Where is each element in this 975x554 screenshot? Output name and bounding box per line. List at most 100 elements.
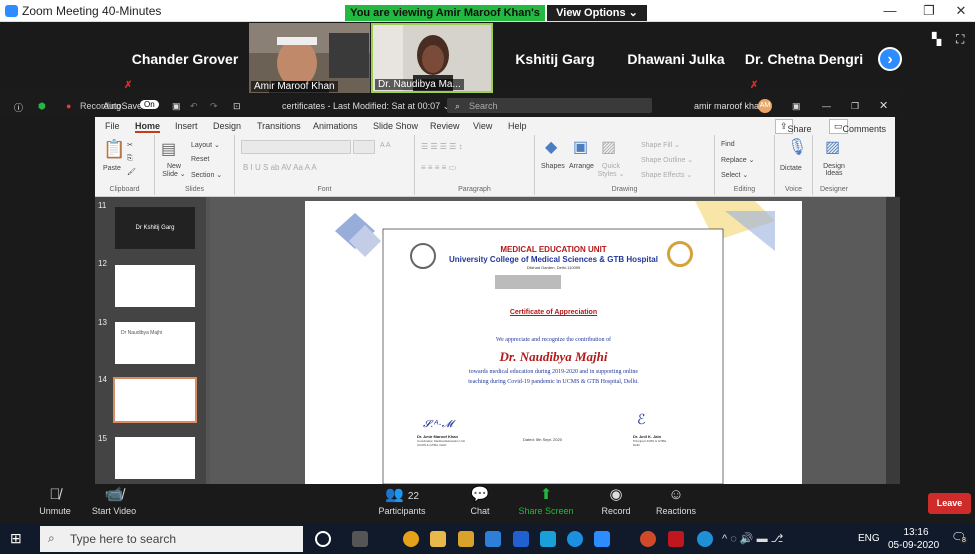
chat-button[interactable]: 💬 Chat <box>462 484 498 524</box>
paste-button[interactable]: Paste <box>103 165 121 172</box>
find-button[interactable]: Find <box>721 141 735 148</box>
notifications-icon[interactable]: 🗨 8 <box>951 530 969 548</box>
font-name-box[interactable] <box>241 140 351 154</box>
certificate-slide[interactable]: MEDICAL EDUCATION UNIT University Colleg… <box>305 201 802 484</box>
mail-icon[interactable] <box>485 531 501 547</box>
participants-button[interactable]: 👥 22 Participants <box>368 484 436 524</box>
paste-icon[interactable]: 📋 <box>103 139 125 160</box>
leave-button[interactable]: Leave <box>928 493 971 514</box>
zoom-taskbar-icon[interactable] <box>594 531 610 547</box>
ppt-close-icon[interactable]: ✕ <box>879 99 888 112</box>
tab-view[interactable]: View <box>473 121 492 131</box>
help-app-icon[interactable] <box>697 531 713 547</box>
copy-icon[interactable]: ⎘ <box>127 155 133 163</box>
autosave-toggle[interactable]: On <box>140 100 159 109</box>
share-screen-button[interactable]: ⬆ Share Screen <box>516 484 576 524</box>
app-icon[interactable] <box>540 531 556 547</box>
participant-tile[interactable]: Dhawani Julka <box>616 22 736 94</box>
slide-thumbnail[interactable]: Dr Kshitij Garg <box>115 207 195 249</box>
file-explorer-icon[interactable] <box>430 531 446 547</box>
tab-design[interactable]: Design <box>213 121 241 131</box>
reset-button[interactable]: Reset <box>191 156 209 163</box>
participant-tile[interactable]: Dr. Chetna Dengri ✗ <box>740 22 868 94</box>
system-tray-icons[interactable]: ^ ◌ 🔊 ▬ ⎇ <box>722 532 783 545</box>
next-participants-button[interactable]: › <box>878 47 902 71</box>
participant-tile[interactable]: Chander Grover ✗ <box>120 22 250 94</box>
acrobat-icon[interactable] <box>668 531 684 547</box>
comments-button[interactable]: ▭ Comments <box>829 119 886 134</box>
participant-tile[interactable]: Kshitij Garg <box>495 22 615 94</box>
taskbar-search-box[interactable]: ⌕ Type here to search <box>40 526 303 552</box>
slide-thumbnail[interactable]: Dr Naudibya Majhi <box>115 322 195 364</box>
tab-home[interactable]: Home <box>135 121 161 133</box>
align-icons[interactable]: ≡ ≡ ≡ ≡ ▭ <box>421 163 456 172</box>
microphone-icon[interactable]: 🎙 <box>787 137 807 157</box>
tab-animations[interactable]: Animations <box>313 121 358 131</box>
format-painter-icon[interactable]: 🖌 <box>127 168 136 176</box>
shapes-icon[interactable]: ◆ <box>545 137 557 157</box>
tab-insert[interactable]: Insert <box>175 121 198 131</box>
slide-thumbnail-selected[interactable] <box>113 377 197 423</box>
edge-icon[interactable] <box>567 531 583 547</box>
gallery-view-icon[interactable]: ▚ <box>932 32 941 46</box>
reactions-button[interactable]: ☺ Reactions <box>652 484 700 524</box>
save-icon[interactable]: ▣ <box>172 101 181 112</box>
dropbox-icon[interactable] <box>513 531 529 547</box>
clock-time[interactable]: 13:16 <box>900 527 932 538</box>
user-avatar[interactable]: AM <box>758 99 772 113</box>
close-icon[interactable]: ✕ <box>947 3 975 19</box>
new-slide-icon[interactable]: ▤ <box>161 139 176 159</box>
present-icon[interactable]: ⊡ <box>233 101 241 112</box>
start-video-button[interactable]: 📹̸ Start Video <box>84 484 144 524</box>
minimize-icon[interactable]: — <box>876 3 904 18</box>
redo-icon[interactable]: ↷ <box>210 101 218 112</box>
clock-date[interactable]: 05-09-2020 <box>888 540 939 551</box>
tab-slide-show[interactable]: Slide Show <box>373 121 418 131</box>
windows-start-icon[interactable]: ⊞ <box>10 530 22 547</box>
tab-transitions[interactable]: Transitions <box>257 121 301 131</box>
document-title[interactable]: certificates - Last Modified: Sat at 00:… <box>282 101 450 112</box>
tab-file[interactable]: File <box>105 121 120 131</box>
font-grow-icon[interactable]: A A <box>380 142 391 149</box>
ppt-maximize-icon[interactable]: ❐ <box>851 101 859 112</box>
tab-help[interactable]: Help <box>508 121 527 131</box>
participant-video-tile[interactable]: Amir Maroof Khan <box>249 23 370 93</box>
language-indicator[interactable]: ENG <box>858 533 880 544</box>
replace-button[interactable]: Replace ⌄ <box>721 156 755 164</box>
font-format-icons[interactable]: B I U S ab AV Aa A A <box>243 163 317 172</box>
chrome-icon[interactable] <box>403 531 419 547</box>
task-view-icon[interactable] <box>352 531 368 547</box>
cortana-icon[interactable] <box>315 531 331 547</box>
shapes-button[interactable]: Shapes <box>541 163 565 170</box>
layout-button[interactable]: Layout ⌄ <box>191 141 220 149</box>
slide-thumbnail[interactable] <box>115 265 195 307</box>
participant-video-tile-active[interactable]: Dr. Naudibya Ma... <box>371 23 493 93</box>
section-button[interactable]: Section ⌄ <box>191 171 222 179</box>
info-icon[interactable]: ⓘ <box>14 101 23 114</box>
cut-icon[interactable]: ✂ <box>127 141 133 149</box>
new-slide-button[interactable]: New Slide ⌄ <box>159 163 189 178</box>
tab-review[interactable]: Review <box>430 121 460 131</box>
shape-outline-button[interactable]: Shape Outline ⌄ <box>641 156 693 164</box>
share-button[interactable]: ⇪ Share <box>775 119 812 134</box>
quick-styles-button[interactable]: Quick Styles ⌄ <box>597 163 625 178</box>
unmute-button[interactable]: 🎙̸ Unmute <box>30 484 80 524</box>
powerpoint-icon[interactable] <box>640 531 656 547</box>
select-button[interactable]: Select ⌄ <box>721 171 748 179</box>
ppt-minimize-icon[interactable]: — <box>822 101 831 111</box>
arrange-button[interactable]: Arrange <box>569 163 594 170</box>
design-ideas-button[interactable]: Design Ideas <box>819 163 849 177</box>
quick-styles-icon[interactable]: ▨ <box>601 137 616 157</box>
restore-icon[interactable]: ❐ <box>915 3 943 19</box>
list-icons[interactable]: ☰ ☰ ☰ ☰ ↕ <box>421 142 463 151</box>
fullscreen-icon[interactable]: ⛶ <box>956 32 964 47</box>
shape-effects-button[interactable]: Shape Effects ⌄ <box>641 171 692 179</box>
ribbon-display-icon[interactable]: ▣ <box>792 101 801 112</box>
view-options-button[interactable]: View Options ⌄ <box>547 5 647 21</box>
undo-icon[interactable]: ↶ <box>190 101 198 112</box>
design-ideas-icon[interactable]: ▨ <box>825 137 840 157</box>
shape-fill-button[interactable]: Shape Fill ⌄ <box>641 141 680 149</box>
editor-scrollbar[interactable] <box>886 197 900 484</box>
dictate-button[interactable]: Dictate <box>780 165 802 172</box>
arrange-icon[interactable]: ▣ <box>573 137 588 157</box>
